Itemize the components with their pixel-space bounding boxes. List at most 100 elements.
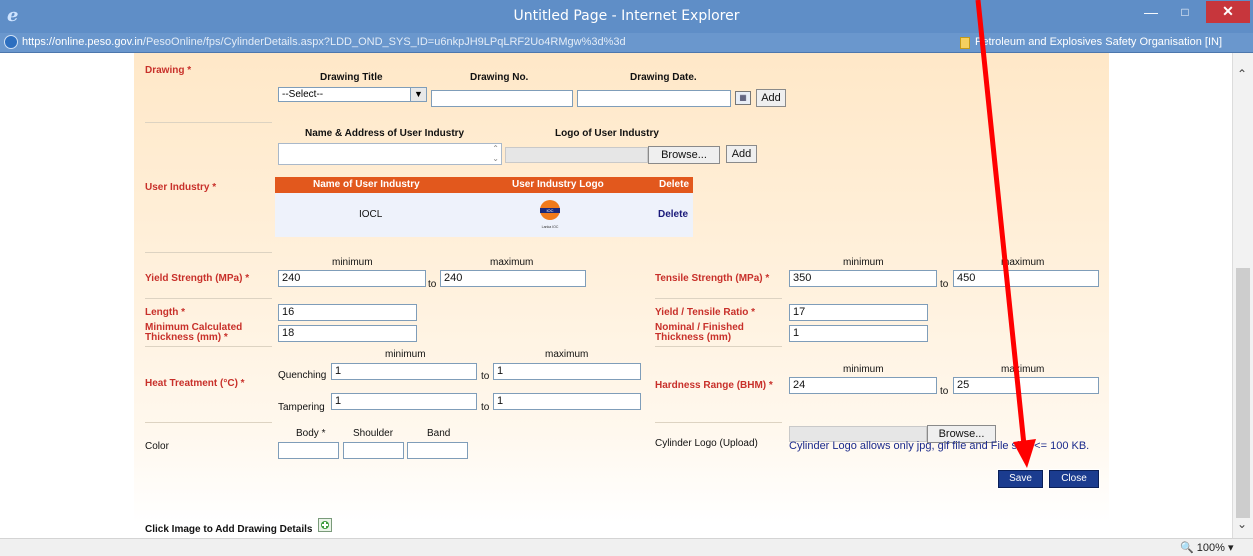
chevron-down-icon: ▼ (410, 88, 426, 101)
yield-strength-min-input[interactable]: 240 (278, 270, 426, 287)
band-header: Band (427, 428, 451, 439)
nominal-thickness-input[interactable]: 1 (789, 325, 928, 342)
drawing-date-input[interactable] (577, 90, 731, 107)
minimize-button[interactable]: — (1138, 3, 1164, 23)
zoom-value: 100% (1196, 542, 1225, 554)
shoulder-color-input[interactable] (343, 442, 404, 459)
tensile-strength-min-input[interactable]: 350 (789, 270, 937, 287)
cylinder-logo-label: Cylinder Logo (Upload) (655, 438, 758, 449)
scroll-down-icon[interactable]: ⌄ (1237, 517, 1247, 531)
divider (655, 298, 782, 299)
user-industry-name-textarea[interactable]: ⌃ ⌄ (278, 143, 502, 165)
tensile-strength-label: Tensile Strength (MPa) * (655, 273, 770, 284)
url-host: https://online.peso.gov.in (22, 36, 143, 48)
nominal-thickness-label-line2: Thickness (mm) (655, 332, 732, 343)
to-label: to (940, 386, 949, 397)
length-label: Length * (145, 307, 185, 318)
drawing-title-select[interactable]: --Select-- ▼ (278, 87, 427, 102)
grid-header-name: Name of User Industry (313, 179, 420, 190)
band-color-input[interactable] (407, 442, 468, 459)
close-window-button[interactable]: ✕ (1206, 1, 1250, 23)
cylinder-logo-note: Cylinder Logo allows only jpg, gif file … (789, 440, 1090, 452)
tampering-max-input[interactable]: 1 (493, 393, 641, 410)
calendar-icon[interactable]: ▦ (735, 91, 751, 105)
close-button[interactable]: Close (1048, 469, 1100, 489)
scroll-up-icon[interactable]: ⌃ (1237, 67, 1247, 81)
hardness-min-header: minimum (843, 364, 884, 375)
quenching-label: Quenching (278, 370, 327, 381)
hardness-range-label: Hardness Range (BHM) * (655, 380, 773, 391)
yield-min-header: minimum (332, 257, 373, 268)
heat-min-header: minimum (385, 349, 426, 360)
user-industry-label: User Industry * (145, 182, 217, 193)
lock-icon (960, 37, 970, 49)
tensile-max-header: maximum (1001, 257, 1045, 268)
grid-header-delete: Delete (659, 179, 690, 190)
drawing-title-header: Drawing Title (320, 72, 383, 83)
hardness-min-input[interactable]: 24 (789, 377, 937, 394)
yield-max-header: maximum (490, 257, 534, 268)
add-drawing-details-icon[interactable] (318, 518, 332, 532)
user-industry-browse-button[interactable]: Browse... (648, 146, 720, 164)
user-industry-logo-image: IOC Lanka IOC (540, 200, 560, 229)
grid-header-logo: User Industry Logo (512, 179, 604, 190)
url-path: /PesoOnline/fps/CylinderDetails.aspx?LDD… (142, 36, 626, 48)
to-label: to (481, 402, 490, 413)
add-user-industry-button[interactable]: Add (726, 145, 757, 163)
logo-text: IOC (546, 208, 553, 213)
window-titlebar: e Untitled Page - Internet Explorer — □ … (0, 0, 1253, 33)
tensile-strength-max-input[interactable]: 450 (953, 270, 1099, 287)
divider (145, 252, 272, 253)
user-industry-logo-header: Logo of User Industry (555, 128, 659, 139)
save-button[interactable]: Save (997, 469, 1044, 489)
divider (655, 422, 782, 423)
drawing-title-selected: --Select-- (282, 89, 324, 100)
user-industry-logo-file-field[interactable] (505, 147, 648, 163)
page-viewport: Drawing * Drawing Title Drawing No. Draw… (0, 53, 1232, 538)
drawing-no-input[interactable] (431, 90, 573, 107)
drawing-label: Drawing * (145, 65, 192, 76)
user-industry-name-header: Name & Address of User Industry (305, 128, 465, 139)
tensile-min-header: minimum (843, 257, 884, 268)
zoom-level[interactable]: 🔍 100% ▾ (1180, 541, 1233, 554)
yield-tensile-ratio-input[interactable]: 17 (789, 304, 928, 321)
scroll-arrows-icon: ⌃ ⌄ (492, 144, 499, 163)
divider (145, 122, 272, 123)
tampering-label: Tampering (278, 402, 325, 413)
click-image-label: Click Image to Add Drawing Details (145, 524, 313, 535)
divider (145, 422, 272, 423)
yield-strength-max-input[interactable]: 240 (440, 270, 586, 287)
user-industry-name-cell: IOCL (359, 209, 383, 220)
site-icon (4, 35, 18, 49)
heat-max-header: maximum (545, 349, 589, 360)
address-bar[interactable]: https://online.peso.gov.in/PesoOnline/fp… (0, 33, 1253, 53)
hardness-max-header: maximum (1001, 364, 1045, 375)
maximize-button[interactable]: □ (1172, 3, 1198, 23)
delete-user-industry-link[interactable]: Delete (658, 209, 688, 220)
length-input[interactable]: 16 (278, 304, 417, 321)
divider (145, 298, 272, 299)
to-label: to (481, 371, 490, 382)
add-drawing-button[interactable]: Add (756, 89, 786, 107)
status-bar: 🔍 100% ▾ (0, 538, 1253, 556)
tampering-min-input[interactable]: 1 (331, 393, 477, 410)
body-header: Body * (296, 428, 326, 439)
min-thickness-label-line2: Thickness (mm) * (145, 332, 228, 343)
yield-tensile-ratio-label: Yield / Tensile Ratio * (655, 307, 756, 318)
scroll-thumb[interactable] (1236, 268, 1250, 518)
user-industry-grid-header: Name of User Industry User Industry Logo… (275, 177, 693, 193)
min-thickness-input[interactable]: 18 (278, 325, 417, 342)
url-text[interactable]: https://online.peso.gov.in/PesoOnline/fp… (22, 36, 626, 48)
quenching-max-input[interactable]: 1 (493, 363, 641, 380)
to-label: to (940, 279, 949, 290)
quenching-min-input[interactable]: 1 (331, 363, 477, 380)
vertical-scrollbar[interactable]: ⌃ ⌄ (1232, 53, 1253, 538)
heat-treatment-label: Heat Treatment (°C) * (145, 378, 245, 389)
body-color-input[interactable] (278, 442, 339, 459)
hardness-max-input[interactable]: 25 (953, 377, 1099, 394)
to-label: to (428, 279, 437, 290)
yield-strength-label: Yield Strength (MPa) * (145, 273, 250, 284)
certificate-label[interactable]: Petroleum and Explosives Safety Organisa… (975, 36, 1222, 48)
logo-caption: Lanka IOC (542, 225, 559, 229)
divider (145, 346, 272, 347)
